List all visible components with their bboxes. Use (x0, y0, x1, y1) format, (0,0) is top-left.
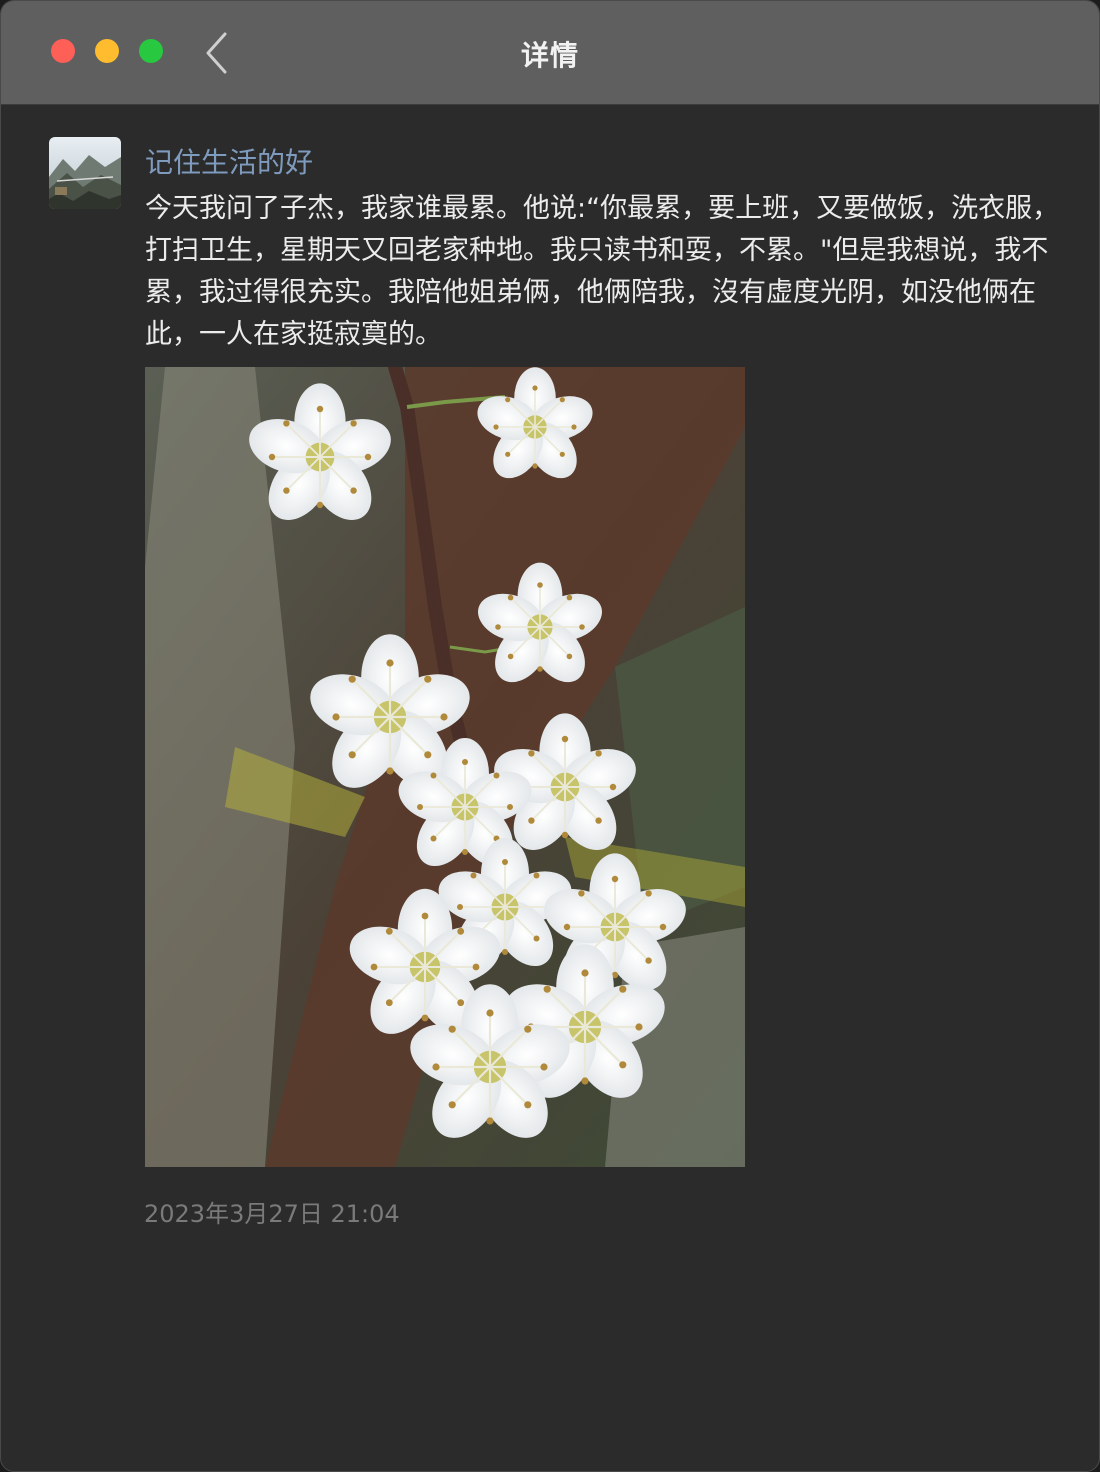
post-text: 今天我问了子杰，我家谁最累。他说:“你最累，要上班，又要做饭，洗衣服，打扫卫生，… (145, 193, 1060, 350)
post-timestamp: 2023年3月27日 21:04 (144, 1200, 400, 1228)
author-avatar[interactable] (49, 137, 121, 209)
detail-window: 详情 记住生活的好 今天我问了子杰，我家谁最累。他说:“你最累，要上班，又要做饭… (0, 0, 1100, 1472)
title-bar: 详情 (1, 1, 1099, 105)
author-name[interactable]: 记住生活的好 (145, 141, 313, 181)
plum-blossom-photo-icon (145, 367, 745, 1167)
post-photo[interactable] (145, 367, 745, 1167)
page-title: 详情 (520, 39, 579, 72)
mountain-landscape-avatar-icon (49, 137, 121, 209)
